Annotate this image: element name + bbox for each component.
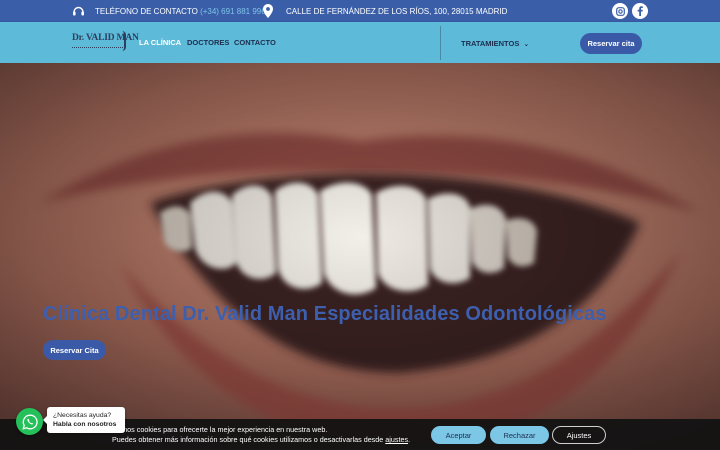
location-pin-icon	[263, 4, 273, 18]
address-text: CALLE DE FERNÁNDEZ DE LOS RÍOS, 100, 280…	[286, 7, 508, 16]
phone-label: TELÉFONO DE CONTACTO	[95, 7, 198, 16]
top-contact-bar: TELÉFONO DE CONTACTO (+34) 691 881 996 C…	[0, 0, 720, 22]
cookie-settings-link[interactable]: ajustes	[385, 435, 408, 444]
tratamientos-label: TRATAMIENTOS	[461, 39, 520, 48]
chevron-down-icon: ⌄	[523, 41, 530, 48]
instagram-icon[interactable]	[612, 3, 628, 19]
whatsapp-icon[interactable]	[16, 408, 43, 435]
nav-item-doctores[interactable]: DOCTORES	[187, 38, 229, 47]
reject-cookies-button[interactable]: Rechazar	[490, 426, 549, 444]
phone-contact: TELÉFONO DE CONTACTO (+34) 691 881 996	[95, 7, 266, 16]
clinic-logo[interactable]: Dr. VALID MAN	[72, 28, 139, 56]
logo-text: Dr. VALID MAN	[72, 33, 139, 43]
phone-number-link[interactable]: (+34) 691 881 996	[200, 7, 266, 16]
whatsapp-help-tooltip[interactable]: ¿Necesitas ayuda? Habla con nosotros	[43, 407, 125, 433]
accept-cookies-button[interactable]: Aceptar	[431, 426, 486, 444]
whatsapp-tooltip-line2: Habla con nosotros	[53, 421, 117, 428]
cookie-message-line1: izamos cookies para ofrecerte la mejor e…	[112, 425, 328, 434]
cookie-settings-button[interactable]: Ajustes	[552, 426, 606, 444]
hero-title: Clínica Dental Dr. Valid Man Especialida…	[43, 303, 607, 325]
main-navigation: Dr. VALID MAN LA CLÍNICA DOCTORES CONTAC…	[0, 22, 720, 63]
hero-smile-image	[0, 63, 720, 450]
cookie-message-line2: Puedes obtener más información sobre qué…	[112, 435, 410, 444]
cookie-message-text: Puedes obtener más información sobre qué…	[112, 435, 386, 444]
nav-item-contacto[interactable]: CONTACTO	[234, 38, 276, 47]
hero-book-button[interactable]: Reservar Cita	[43, 340, 106, 360]
hero-section: Clínica Dental Dr. Valid Man Especialida…	[0, 63, 720, 450]
logo-tooth-mark	[122, 31, 126, 51]
book-appointment-button[interactable]: Reservar cita	[580, 33, 642, 54]
nav-divider	[440, 26, 441, 60]
logo-underline	[72, 47, 125, 49]
nav-item-tratamientos-dropdown[interactable]: TRATAMIENTOS ⌄	[461, 39, 529, 48]
headset-icon	[73, 6, 84, 16]
cookie-message-end: .	[408, 435, 411, 444]
whatsapp-tooltip-line1: ¿Necesitas ayuda?	[53, 412, 112, 419]
facebook-icon[interactable]	[632, 3, 648, 19]
nav-item-la-clinica[interactable]: LA CLÍNICA	[139, 38, 181, 47]
